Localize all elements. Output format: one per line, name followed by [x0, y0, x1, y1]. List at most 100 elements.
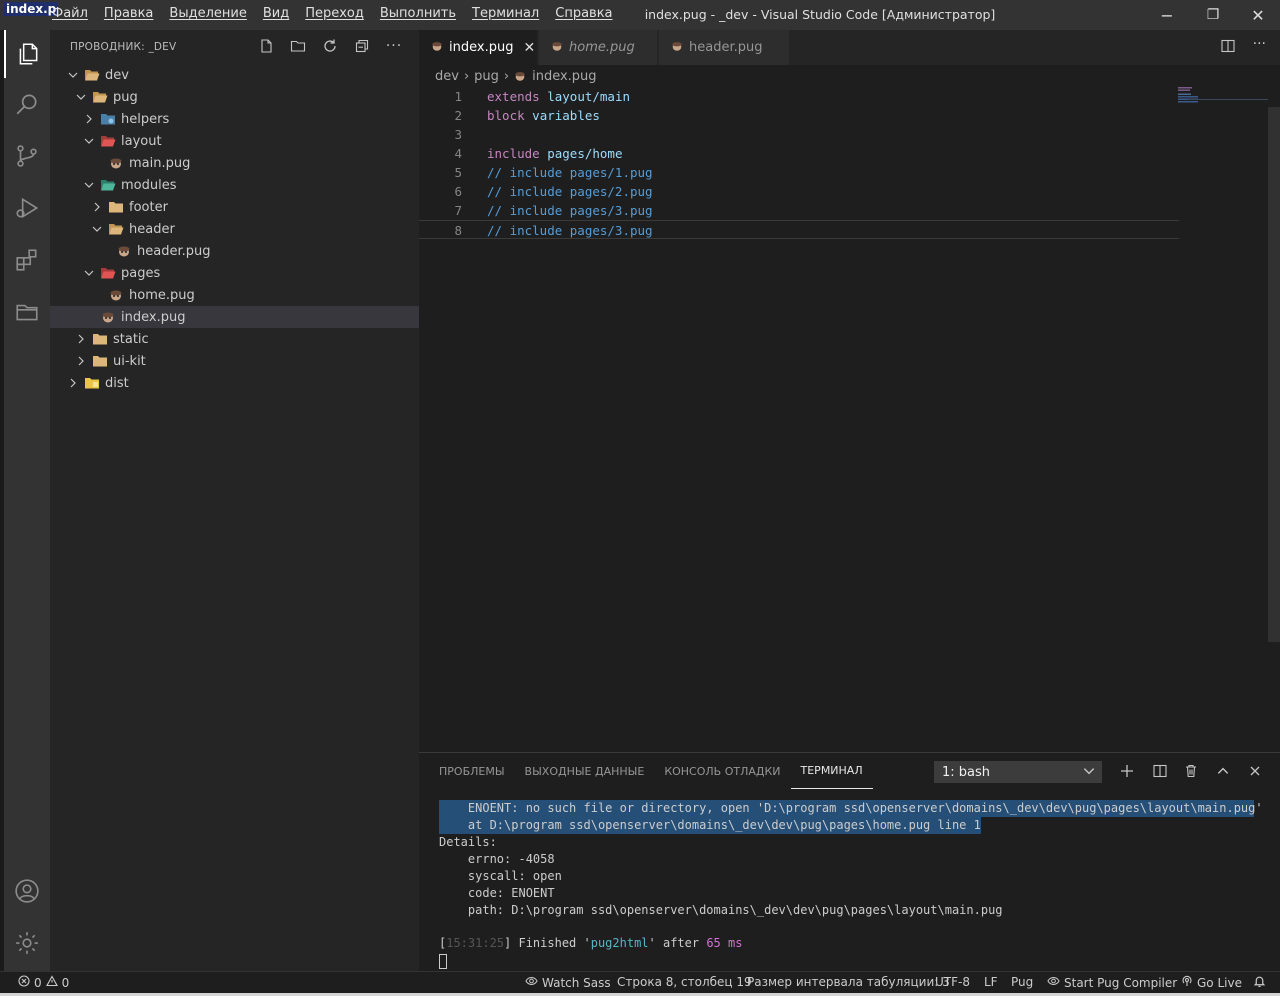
watch-sass-label: Watch Sass — [542, 975, 611, 990]
trash-icon[interactable] — [1180, 761, 1202, 781]
refresh-icon[interactable] — [319, 36, 341, 56]
close-tab-icon[interactable]: ✕ — [523, 40, 535, 56]
menu-selection[interactable]: Выделение — [161, 6, 254, 21]
go-live-button[interactable]: Go Live — [1181, 975, 1242, 990]
tree-item-main-pug[interactable]: main.pug — [50, 152, 419, 174]
menu-go[interactable]: Переход — [297, 6, 372, 21]
code-line[interactable]: 3 — [419, 125, 1179, 144]
settings-gear-icon[interactable] — [4, 919, 50, 967]
minimap[interactable] — [1178, 87, 1200, 103]
tree-item-header[interactable]: header — [50, 218, 419, 240]
tab-index-pug[interactable]: index.pug ✕ — [419, 30, 537, 65]
problems-status[interactable]: 0 0 — [18, 975, 69, 990]
tab-problems[interactable]: ПРОБЛЕМЫ — [429, 753, 515, 789]
tree-item-dev[interactable]: dev — [50, 64, 419, 86]
tree-item-modules[interactable]: modules — [50, 174, 419, 196]
code-text: // include pages/2.pug — [487, 182, 653, 201]
tree-item-header-pug[interactable]: header.pug — [50, 240, 419, 262]
extensions-icon[interactable] — [4, 236, 50, 284]
tab-debug-console[interactable]: КОНСОЛЬ ОТЛАДКИ — [654, 753, 790, 789]
maximize-panel-icon[interactable] — [1212, 761, 1234, 781]
pug-file-icon — [100, 309, 116, 325]
explorer-sidebar: ПРОВОДНИК: _DEV ··· dev pug helpers layo… — [50, 30, 419, 971]
tree-item-layout[interactable]: layout — [50, 130, 419, 152]
language-mode[interactable]: Pug — [1011, 975, 1033, 989]
code-line[interactable]: 1 extends layout/main — [419, 87, 1179, 106]
code-token: // include pages/3.pug — [487, 203, 653, 218]
chevron-right-icon — [82, 112, 96, 126]
tree-item-footer[interactable]: footer — [50, 196, 419, 218]
close-panel-icon[interactable] — [1244, 761, 1266, 781]
split-terminal-icon[interactable] — [1149, 761, 1171, 781]
breadcrumb-item[interactable]: pug — [474, 69, 499, 84]
menu-edit[interactable]: Правка — [96, 6, 161, 21]
tree-item-index-pug[interactable]: index.pug — [50, 306, 419, 328]
editor-more-icon[interactable]: ··· — [1253, 36, 1266, 52]
chevron-right-icon — [66, 376, 80, 390]
tree-item-static[interactable]: static — [50, 328, 419, 350]
menu-view[interactable]: Вид — [255, 6, 297, 21]
run-debug-icon[interactable] — [4, 184, 50, 232]
notifications-bell-icon[interactable] — [1253, 975, 1266, 988]
tree-item-pug[interactable]: pug — [50, 86, 419, 108]
editor-tabs: index.pug ✕ home.pug header.pug ··· — [419, 30, 1280, 65]
start-pug-compiler-button[interactable]: Start Pug Compiler — [1047, 975, 1177, 990]
new-file-icon[interactable] — [255, 36, 277, 56]
eye-icon — [525, 975, 538, 990]
tree-item-home-pug[interactable]: home.pug — [50, 284, 419, 306]
cursor-position[interactable]: Строка 8, столбец 19 — [617, 975, 752, 989]
code-line[interactable]: 5 // include pages/1.pug — [419, 163, 1179, 182]
tab-home-pug[interactable]: home.pug — [539, 30, 657, 65]
code-line[interactable]: 6 // include pages/2.pug — [419, 182, 1179, 201]
menu-file[interactable]: Файл — [44, 6, 96, 21]
code-line[interactable]: 8 // include pages/3.pug — [419, 220, 1179, 239]
tree-label: home.pug — [129, 287, 195, 303]
overview-ruler-line — [1188, 99, 1268, 100]
pug-file-icon — [108, 155, 124, 171]
source-control-icon[interactable] — [4, 132, 50, 180]
watch-sass-button[interactable]: Watch Sass — [525, 975, 611, 990]
new-terminal-icon[interactable] — [1116, 761, 1138, 781]
more-actions-icon[interactable]: ··· — [383, 36, 405, 56]
folder-dist-icon — [84, 375, 100, 391]
breadcrumb-item[interactable]: dev — [435, 69, 459, 84]
terminal-line: syscall: open — [439, 869, 562, 883]
breadcrumb-item[interactable]: index.pug — [532, 69, 596, 84]
terminal-line: Details: — [439, 835, 497, 849]
folder-manager-icon[interactable] — [4, 288, 50, 336]
menu-run[interactable]: Выполнить — [372, 6, 464, 21]
collapse-all-icon[interactable] — [351, 36, 373, 56]
account-icon[interactable] — [4, 867, 50, 915]
terminal-select[interactable]: 1: bash — [934, 761, 1102, 783]
tab-header-pug[interactable]: header.pug — [659, 30, 789, 65]
tree-item-pages[interactable]: pages — [50, 262, 419, 284]
code-line[interactable]: 7 // include pages/3.pug — [419, 201, 1179, 220]
panel-tabs: ПРОБЛЕМЫ ВЫХОДНЫЕ ДАННЫЕ КОНСОЛЬ ОТЛАДКИ… — [429, 753, 873, 789]
tab-label: home.pug — [569, 40, 635, 55]
tree-item-helpers[interactable]: helpers — [50, 108, 419, 130]
close-button[interactable]: ✕ — [1235, 0, 1280, 30]
end-of-line[interactable]: LF — [984, 975, 998, 989]
new-folder-icon[interactable] — [287, 36, 309, 56]
code-line[interactable]: 4 include pages/home — [419, 144, 1179, 163]
editor-scrollbar[interactable] — [1268, 107, 1280, 642]
error-icon — [18, 975, 30, 990]
code-editor[interactable]: 1 extends layout/main 2 block variables 3 4 in… — [419, 87, 1280, 752]
terminal-line: at D:\program ssd\openserver\domains\_de… — [439, 817, 981, 834]
search-icon[interactable] — [4, 80, 50, 128]
tab-size[interactable]: Размер интервала табуляции: 3 — [747, 975, 950, 989]
minimize-button[interactable]: − — [1144, 0, 1190, 30]
pug-file-icon — [431, 40, 443, 56]
tree-item-ui-kit[interactable]: ui-kit — [50, 350, 419, 372]
restore-button[interactable]: ❐ — [1190, 0, 1236, 30]
encoding[interactable]: UTF-8 — [935, 975, 970, 989]
split-editor-icon[interactable] — [1220, 38, 1236, 58]
tree-item-dist[interactable]: dist — [50, 372, 419, 394]
tab-terminal[interactable]: ТЕРМИНАЛ — [790, 753, 873, 789]
explorer-icon[interactable] — [4, 30, 50, 78]
code-text: // include pages/3.pug — [487, 201, 653, 220]
tab-output[interactable]: ВЫХОДНЫЕ ДАННЫЕ — [515, 753, 655, 789]
menu-terminal[interactable]: Терминал — [464, 6, 547, 21]
code-line[interactable]: 2 block variables — [419, 106, 1179, 125]
menu-help[interactable]: Справка — [547, 6, 620, 21]
